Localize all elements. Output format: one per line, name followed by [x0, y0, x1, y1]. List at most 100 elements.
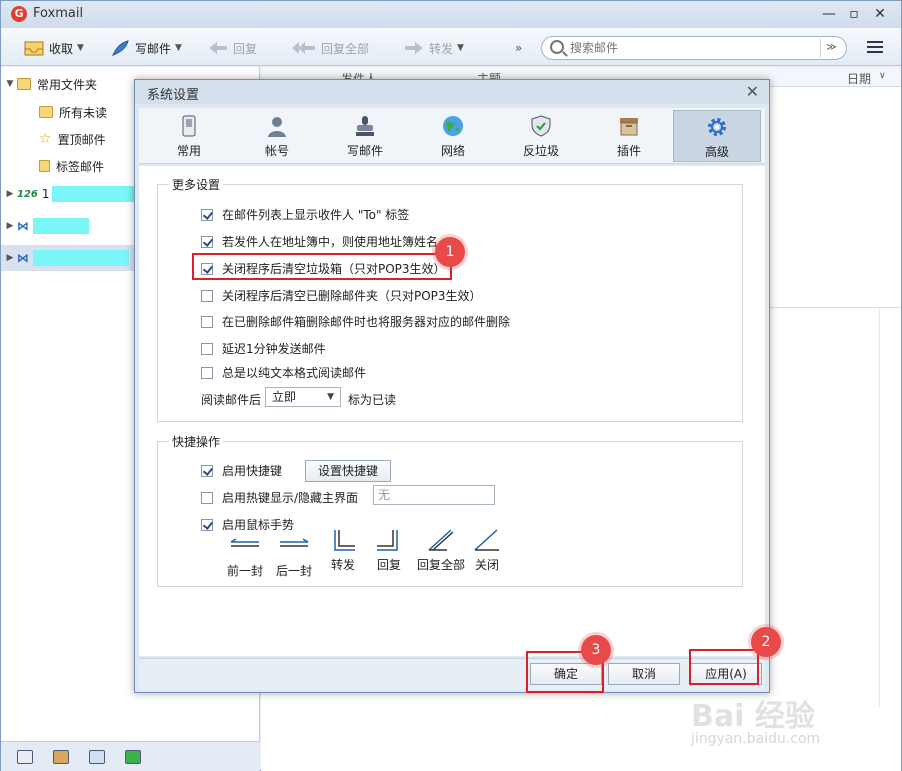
- highlight-apply-button: [689, 649, 759, 685]
- minimize-icon[interactable]: —: [816, 4, 842, 24]
- checkbox[interactable]: [201, 208, 213, 221]
- tab-network[interactable]: 网络: [409, 110, 497, 162]
- read-after-label: 阅读邮件后: [201, 393, 262, 407]
- feather-icon: [111, 40, 129, 56]
- stamp-icon: [356, 116, 374, 136]
- gesture-reply-all: 回复全部: [415, 528, 467, 573]
- arrow-left-icon: [230, 538, 259, 547]
- exchange-icon: ⋈: [17, 219, 29, 233]
- maximize-icon[interactable]: ▫: [841, 4, 867, 24]
- forward-icon: [405, 42, 423, 54]
- cancel-button[interactable]: 取消: [608, 663, 680, 685]
- receive-button[interactable]: 收取 ▼: [23, 37, 84, 59]
- option-use-addressbook-name[interactable]: 若发件人在地址簿中，则使用地址簿姓名: [201, 233, 438, 250]
- hamburger-menu-icon[interactable]: [867, 41, 883, 55]
- gesture-close: 关闭: [467, 528, 507, 573]
- checkbox[interactable]: [201, 235, 213, 248]
- tab-advanced[interactable]: 高级: [673, 110, 761, 162]
- dialog-title-bar: 系统设置 ✕: [135, 80, 769, 104]
- sidebar-bottom-bar: [1, 741, 260, 771]
- collapse-arrow-icon[interactable]: ▶: [3, 221, 17, 231]
- collapse-arrow-icon[interactable]: ▶: [3, 253, 17, 263]
- column-date[interactable]: 日期: [847, 70, 871, 87]
- inbox-icon: [24, 41, 44, 56]
- dialog-title: 系统设置: [147, 88, 200, 103]
- collapse-arrow-icon[interactable]: ▶: [3, 189, 17, 199]
- option-delay-send[interactable]: 延迟1分钟发送邮件: [201, 340, 326, 357]
- step-badge-1: 1: [435, 237, 465, 267]
- gear-icon: [708, 118, 726, 136]
- checkbox[interactable]: [201, 315, 213, 328]
- search-box: ≫: [541, 36, 847, 60]
- tab-plugins[interactable]: 插件: [585, 110, 673, 162]
- compose-label: 写邮件: [135, 41, 172, 56]
- gesture-reply-icon: [377, 530, 398, 551]
- compose-button[interactable]: 写邮件 ▼: [109, 37, 182, 59]
- option-show-to-label[interactable]: 在邮件列表上显示收件人 "To" 标签: [201, 206, 409, 223]
- chevron-down-icon: ▼: [175, 43, 182, 53]
- watermark-main: Bai 经验: [691, 699, 815, 734]
- search-options-icon[interactable]: ≫: [820, 39, 842, 57]
- folder-icon: [39, 106, 53, 118]
- set-shortcuts-button[interactable]: 设置快捷键: [305, 460, 391, 482]
- reply-all-icon: [292, 42, 315, 54]
- step-badge-3: 3: [581, 635, 611, 665]
- tab-compose[interactable]: 写邮件: [321, 110, 409, 162]
- contacts-icon[interactable]: [53, 750, 69, 764]
- account-126-icon: 126: [17, 188, 38, 200]
- checkbox[interactable]: [201, 464, 213, 477]
- hotkey-input[interactable]: 无: [373, 485, 495, 505]
- close-icon[interactable]: ✕: [746, 82, 759, 101]
- folder-label: 常用文件夹: [37, 77, 98, 92]
- redacted-account-name: [33, 218, 89, 234]
- system-settings-dialog: 系统设置 ✕ 常用 帐号 写邮件 网络 反垃圾 插件 高级 更多设置 在邮件列表…: [134, 79, 770, 693]
- receive-label: 收取: [49, 41, 74, 56]
- folder-label: 置顶邮件: [57, 132, 106, 147]
- divider: [879, 307, 880, 707]
- option-plain-text[interactable]: 总是以纯文本格式阅读邮件: [201, 364, 366, 381]
- tab-antispam[interactable]: 反垃圾: [497, 110, 585, 162]
- baidu-watermark: Bai 经验 jingyan.baidu.com: [691, 691, 891, 761]
- gesture-forward: 转发: [323, 528, 363, 573]
- chevron-down-icon: ▼: [77, 43, 84, 53]
- read-delay-select[interactable]: 立即 ▼: [265, 387, 341, 407]
- checkbox[interactable]: [201, 342, 213, 355]
- folder-icon: [17, 78, 31, 90]
- forward-button[interactable]: 转发 ▼: [403, 37, 464, 59]
- reply-button[interactable]: 回复: [207, 37, 257, 59]
- window-title: Foxmail: [33, 6, 84, 21]
- folder-label: 所有未读: [59, 105, 108, 120]
- chevron-down-icon[interactable]: ∨: [879, 71, 886, 81]
- folder-label: 标签邮件: [56, 159, 105, 174]
- option-mouse-gesture[interactable]: 启用鼠标手势: [201, 516, 294, 533]
- tab-general[interactable]: 常用: [145, 110, 233, 162]
- tag-icon: [39, 160, 50, 172]
- reply-all-button[interactable]: 回复全部: [291, 37, 369, 59]
- notes-icon[interactable]: [125, 750, 141, 764]
- forward-label: 转发: [429, 41, 454, 56]
- option-enable-shortcuts[interactable]: 启用快捷键: [201, 462, 282, 479]
- chevron-down-icon: ▼: [327, 392, 334, 402]
- exchange-icon: ⋈: [17, 251, 29, 265]
- option-empty-deleted-on-exit[interactable]: 关闭程序后清空已删除邮件夹（只对POP3生效）: [201, 287, 482, 304]
- toolbar-more-button[interactable]: »: [515, 37, 522, 59]
- checkbox[interactable]: [201, 491, 213, 504]
- gesture-forward-icon: [334, 530, 355, 551]
- tab-account[interactable]: 帐号: [233, 110, 321, 162]
- star-icon: ☆: [39, 131, 52, 147]
- checkbox[interactable]: [201, 366, 213, 379]
- user-icon: [268, 117, 286, 137]
- option-hotkey-toggle[interactable]: 启用热键显示/隐藏主界面: [201, 489, 358, 506]
- checkbox[interactable]: [201, 518, 213, 531]
- mark-read-label: 标为已读: [348, 393, 397, 407]
- mail-view-icon[interactable]: [17, 750, 33, 764]
- divider: [769, 307, 901, 308]
- checkbox[interactable]: [201, 289, 213, 302]
- close-icon[interactable]: ✕: [867, 4, 893, 24]
- calendar-icon[interactable]: [89, 750, 105, 764]
- search-input[interactable]: [570, 40, 820, 56]
- foxmail-window: G Foxmail — ▫ ✕ 收取 ▼ 写邮件 ▼ 回复 回复全部 转发 ▼ …: [0, 0, 902, 771]
- settings-tabs: 常用 帐号 写邮件 网络 反垃圾 插件 高级: [139, 108, 765, 164]
- expand-arrow-icon[interactable]: ▼: [3, 79, 17, 89]
- option-delete-on-server[interactable]: 在已删除邮件箱删除邮件时也将服务器对应的邮件删除: [201, 313, 510, 330]
